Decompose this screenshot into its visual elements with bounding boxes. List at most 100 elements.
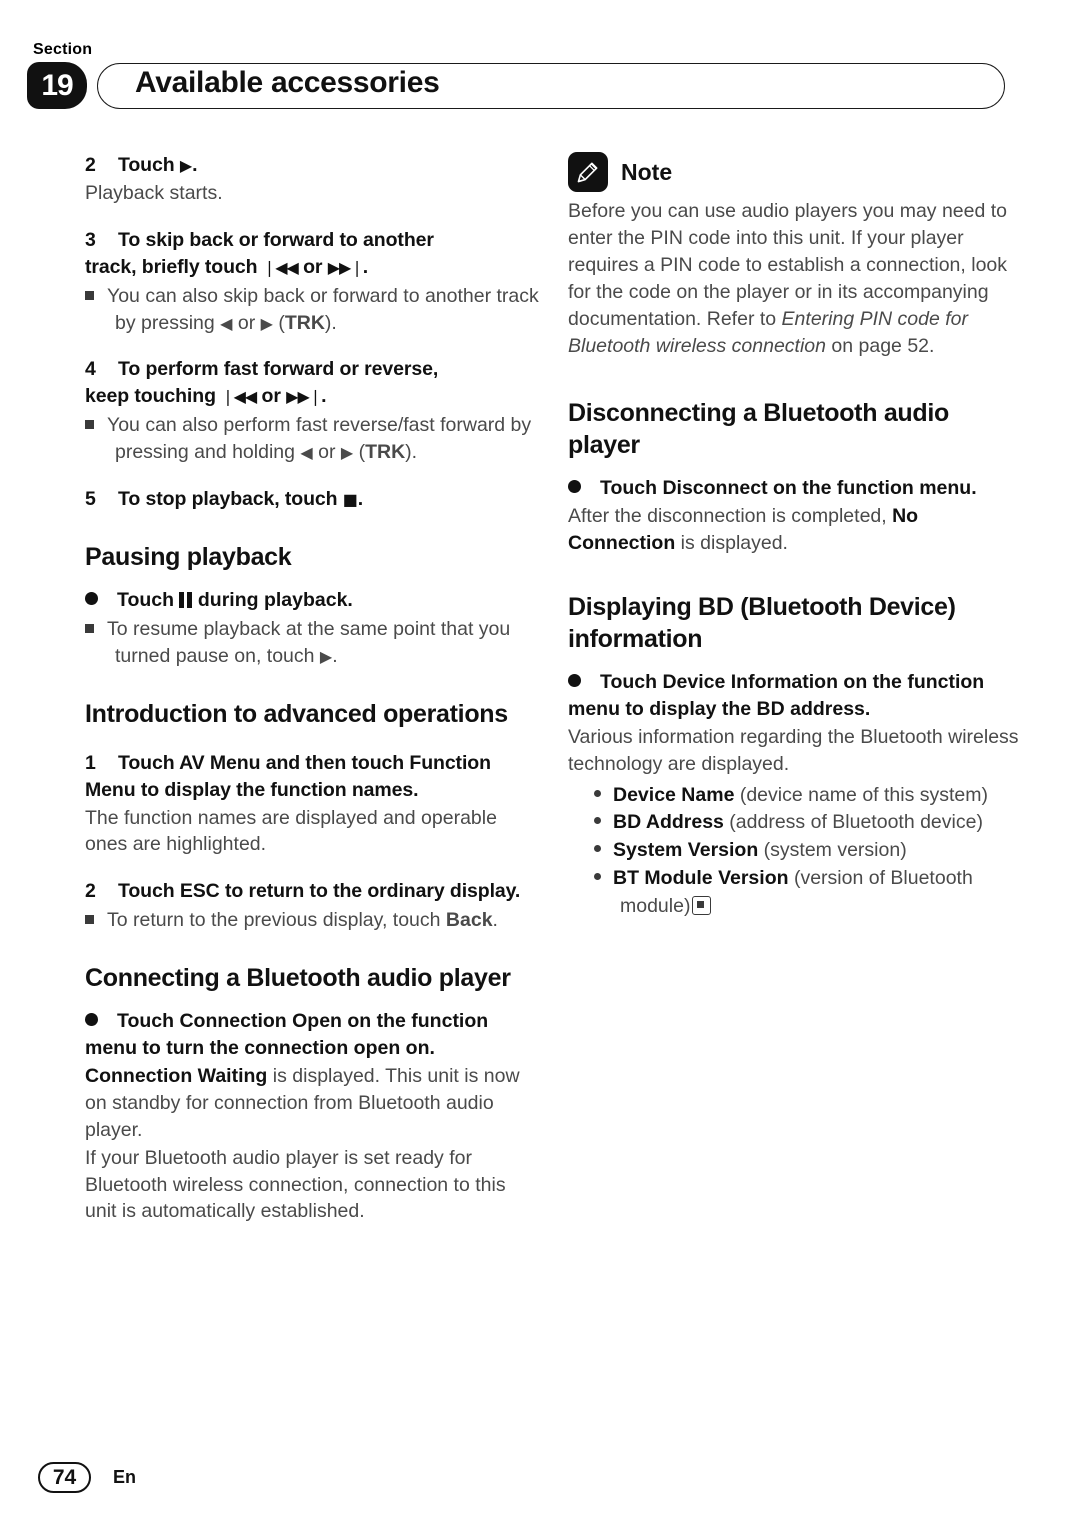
pausing-note-b: . <box>332 644 338 667</box>
heading-pausing-playback: Pausing playback <box>85 542 292 571</box>
step-3-line2a: track, briefly touch <box>85 255 258 278</box>
step-3-note-or: or <box>237 311 256 334</box>
note-text: Before you can use audio players you may… <box>568 198 1023 359</box>
step-3-note-trk: TRK <box>284 311 325 334</box>
skip-forward-icon <box>328 255 363 278</box>
list-item: Device Name (device name of this system) <box>568 782 1023 810</box>
square-bullet-icon <box>85 290 94 300</box>
list-item: System Version (system version) <box>568 837 1023 865</box>
heading-displaying-bd-information: Displaying BD (Bluetooth Device) informa… <box>568 593 956 654</box>
play-icon <box>320 644 332 667</box>
connecting-paragraph-1: Connection Waiting is displayed. This un… <box>85 1063 540 1144</box>
pause-icon <box>179 591 192 608</box>
bd-item-term: BT Module Version <box>613 866 789 889</box>
step-4-line1: To perform fast forward or reverse, <box>118 358 439 381</box>
left-column: 2 Touch . Playback starts. 3 To skip back … <box>85 152 540 1225</box>
disconnecting-description-a: After the disconnection is completed, <box>568 505 893 528</box>
note-label: Note <box>621 158 673 185</box>
step-3-number: 3 <box>85 228 96 251</box>
pausing-bullet-a: Touch <box>117 588 175 611</box>
round-bullet-icon <box>568 674 581 688</box>
square-bullet-icon <box>85 915 94 925</box>
pausing-bullet-b: during playback. <box>197 588 353 611</box>
left-arrow-icon <box>220 311 232 334</box>
list-item: BT Module Version (version of Bluetooth … <box>568 865 1023 920</box>
right-column: Note Before you can use audio players yo… <box>568 152 1023 920</box>
bd-item-term: Device Name <box>613 783 735 806</box>
bd-item-desc: (system version) <box>758 839 907 862</box>
right-arrow-icon <box>341 440 353 463</box>
step-4-period: . <box>321 385 327 408</box>
displaying-bd-bullet-text: Touch Device Information on the function… <box>568 671 985 721</box>
intro-step-2-note: To return to the previous display, touch… <box>85 907 540 934</box>
intro-step-2-number: 2 <box>85 880 96 903</box>
page-header: Section 19 Available accessories <box>0 0 1080 122</box>
intro-step-1-text: Touch AV Menu and then touch Function Me… <box>85 751 491 801</box>
heading-disconnecting-bluetooth-audio-player: Disconnecting a Bluetooth audio player <box>568 399 949 460</box>
small-dot-icon <box>594 872 601 880</box>
step-3-note-paren-close: ). <box>324 311 337 334</box>
displaying-bd-description: Various information regarding the Blueto… <box>568 725 1019 775</box>
step-3-note: You can also skip back or forward to ano… <box>85 283 540 337</box>
step-4-note: You can also perform fast reverse/fast f… <box>85 412 540 466</box>
step-2: 2 Touch . <box>85 152 540 179</box>
bd-item-term: BD Address <box>613 811 724 834</box>
intro-step-2-note-b: . <box>492 909 498 932</box>
square-bullet-icon <box>85 420 94 430</box>
step-2-period: . <box>192 154 198 176</box>
page-title: Available accessories <box>135 66 440 99</box>
note-heading: Note <box>568 152 1023 192</box>
skip-back-icon <box>221 384 256 407</box>
round-bullet-icon <box>568 480 581 494</box>
pausing-bullet: Touch during playback. <box>85 587 540 614</box>
play-icon <box>180 153 192 176</box>
right-arrow-icon <box>261 311 273 334</box>
step-5: 5 To stop playback, touch . <box>85 486 540 513</box>
heading-connecting-bluetooth-audio-player: Connecting a Bluetooth audio player <box>85 964 511 993</box>
step-2-text: Touch <box>118 154 175 176</box>
stop-icon <box>343 487 358 510</box>
intro-step-2-text: Touch ESC to return to the ordinary disp… <box>118 880 521 903</box>
small-dot-icon <box>594 817 601 825</box>
connecting-bullet-text: Touch Connection Open on the function me… <box>85 1010 489 1060</box>
page-footer: 74 En <box>38 1462 136 1493</box>
step-4-note-paren-close: ). <box>405 441 418 464</box>
skip-back-icon <box>263 255 298 278</box>
step-2-description: Playback starts. <box>85 181 223 204</box>
pausing-note-a: To resume playback at the same point tha… <box>107 617 511 667</box>
pencil-icon <box>568 152 608 192</box>
step-2-number: 2 <box>85 154 96 176</box>
note-text-b: on page 52. <box>826 334 935 357</box>
round-bullet-icon <box>85 1013 98 1027</box>
disconnecting-description: After the disconnection is completed, No… <box>568 503 1023 557</box>
step-4-number: 4 <box>85 358 96 381</box>
small-dot-icon <box>594 845 601 853</box>
intro-step-1-description: The function names are displayed and ope… <box>85 806 497 856</box>
step-4-line2a: keep touching <box>85 385 216 408</box>
bd-item-desc: (address of Bluetooth device) <box>723 811 983 834</box>
end-of-section-icon <box>692 895 712 915</box>
round-bullet-icon <box>85 591 98 605</box>
connecting-bullet: Touch Connection Open on the function me… <box>85 1008 540 1062</box>
intro-step-1-number: 1 <box>85 751 96 774</box>
disconnecting-bullet-text: Touch Disconnect on the function menu. <box>600 477 977 500</box>
step-4-note-trk: TRK <box>365 441 406 464</box>
bd-item-desc: (device name of this system) <box>734 783 989 806</box>
step-4: 4 To perform fast forward or reverse, kee… <box>85 356 540 410</box>
bd-info-list: Device Name (device name of this system)… <box>568 782 1023 920</box>
step-5-number: 5 <box>85 488 96 511</box>
step-3-line1: To skip back or forward to another <box>118 228 434 251</box>
step-3-or: or <box>303 255 323 278</box>
intro-step-2-note-back: Back <box>445 909 493 932</box>
skip-forward-icon <box>286 384 321 407</box>
section-label: Section <box>33 41 93 58</box>
connecting-connection-waiting: Connection Waiting <box>85 1064 268 1087</box>
intro-step-1: 1 Touch AV Menu and then touch Function M… <box>85 750 540 804</box>
step-5-period: . <box>357 488 364 511</box>
disconnecting-description-b: is displayed. <box>675 532 788 555</box>
connecting-paragraph-2: If your Bluetooth audio player is set re… <box>85 1146 506 1223</box>
page-number: 74 <box>38 1462 91 1493</box>
intro-step-2: 2 Touch ESC to return to the ordinary dis… <box>85 878 540 905</box>
small-dot-icon <box>594 789 601 797</box>
list-item: BD Address (address of Bluetooth device) <box>568 809 1023 837</box>
